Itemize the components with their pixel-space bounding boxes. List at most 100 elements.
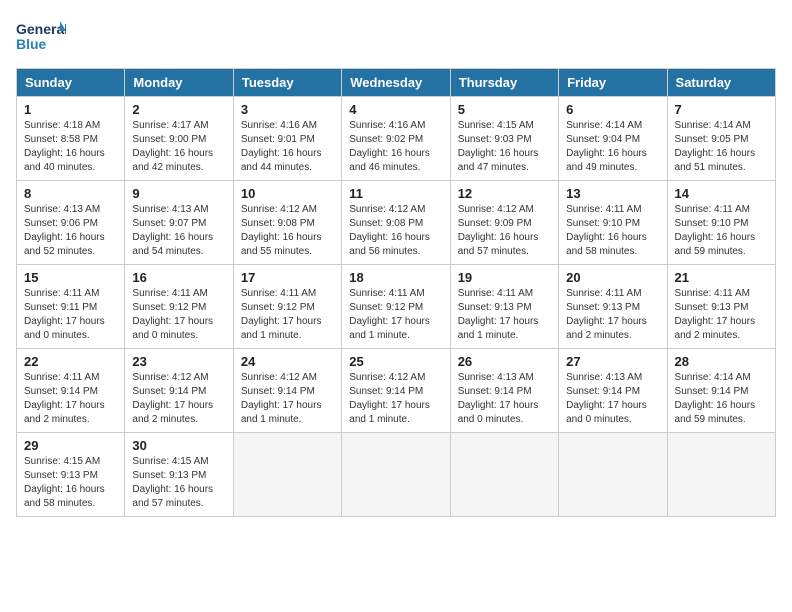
logo: General Blue (16, 16, 66, 58)
day-number: 19 (458, 270, 551, 285)
day-info: Sunrise: 4:12 AMSunset: 9:08 PMDaylight:… (349, 204, 430, 257)
day-info: Sunrise: 4:11 AMSunset: 9:12 PMDaylight:… (349, 288, 430, 341)
day-info: Sunrise: 4:11 AMSunset: 9:10 PMDaylight:… (675, 204, 756, 257)
day-info: Sunrise: 4:13 AMSunset: 9:06 PMDaylight:… (24, 204, 105, 257)
day-number: 27 (566, 354, 659, 369)
day-info: Sunrise: 4:15 AMSunset: 9:13 PMDaylight:… (132, 456, 213, 509)
weekday-header-row: SundayMondayTuesdayWednesdayThursdayFrid… (17, 69, 776, 97)
weekday-header-thursday: Thursday (450, 69, 558, 97)
day-number: 21 (675, 270, 768, 285)
day-info: Sunrise: 4:13 AMSunset: 9:14 PMDaylight:… (566, 372, 647, 425)
day-number: 30 (132, 438, 225, 453)
calendar-week-5: 29 Sunrise: 4:15 AMSunset: 9:13 PMDaylig… (17, 433, 776, 517)
weekday-header-saturday: Saturday (667, 69, 775, 97)
day-info: Sunrise: 4:11 AMSunset: 9:11 PMDaylight:… (24, 288, 105, 341)
weekday-header-wednesday: Wednesday (342, 69, 450, 97)
day-info: Sunrise: 4:13 AMSunset: 9:14 PMDaylight:… (458, 372, 539, 425)
day-info: Sunrise: 4:16 AMSunset: 9:02 PMDaylight:… (349, 120, 430, 173)
day-cell-2: 2 Sunrise: 4:17 AMSunset: 9:00 PMDayligh… (125, 97, 233, 181)
day-info: Sunrise: 4:11 AMSunset: 9:13 PMDaylight:… (458, 288, 539, 341)
day-info: Sunrise: 4:12 AMSunset: 9:14 PMDaylight:… (349, 372, 430, 425)
day-number: 7 (675, 102, 768, 117)
day-cell-22: 22 Sunrise: 4:11 AMSunset: 9:14 PMDaylig… (17, 349, 125, 433)
day-info: Sunrise: 4:11 AMSunset: 9:12 PMDaylight:… (132, 288, 213, 341)
weekday-header-monday: Monday (125, 69, 233, 97)
day-cell-19: 19 Sunrise: 4:11 AMSunset: 9:13 PMDaylig… (450, 265, 558, 349)
day-info: Sunrise: 4:12 AMSunset: 9:14 PMDaylight:… (241, 372, 322, 425)
day-info: Sunrise: 4:11 AMSunset: 9:14 PMDaylight:… (24, 372, 105, 425)
day-number: 18 (349, 270, 442, 285)
day-number: 6 (566, 102, 659, 117)
day-info: Sunrise: 4:16 AMSunset: 9:01 PMDaylight:… (241, 120, 322, 173)
day-number: 26 (458, 354, 551, 369)
day-number: 25 (349, 354, 442, 369)
day-number: 15 (24, 270, 117, 285)
day-cell-26: 26 Sunrise: 4:13 AMSunset: 9:14 PMDaylig… (450, 349, 558, 433)
day-info: Sunrise: 4:12 AMSunset: 9:14 PMDaylight:… (132, 372, 213, 425)
weekday-header-sunday: Sunday (17, 69, 125, 97)
day-info: Sunrise: 4:15 AMSunset: 9:03 PMDaylight:… (458, 120, 539, 173)
day-number: 17 (241, 270, 334, 285)
day-cell-13: 13 Sunrise: 4:11 AMSunset: 9:10 PMDaylig… (559, 181, 667, 265)
empty-cell (559, 433, 667, 517)
day-info: Sunrise: 4:11 AMSunset: 9:13 PMDaylight:… (566, 288, 647, 341)
day-number: 20 (566, 270, 659, 285)
day-number: 5 (458, 102, 551, 117)
day-cell-5: 5 Sunrise: 4:15 AMSunset: 9:03 PMDayligh… (450, 97, 558, 181)
day-number: 28 (675, 354, 768, 369)
day-cell-23: 23 Sunrise: 4:12 AMSunset: 9:14 PMDaylig… (125, 349, 233, 433)
day-cell-30: 30 Sunrise: 4:15 AMSunset: 9:13 PMDaylig… (125, 433, 233, 517)
day-number: 14 (675, 186, 768, 201)
day-info: Sunrise: 4:14 AMSunset: 9:14 PMDaylight:… (675, 372, 756, 425)
page-header: General Blue (16, 16, 776, 58)
day-number: 1 (24, 102, 117, 117)
day-cell-24: 24 Sunrise: 4:12 AMSunset: 9:14 PMDaylig… (233, 349, 341, 433)
day-cell-11: 11 Sunrise: 4:12 AMSunset: 9:08 PMDaylig… (342, 181, 450, 265)
empty-cell (450, 433, 558, 517)
day-number: 24 (241, 354, 334, 369)
day-cell-8: 8 Sunrise: 4:13 AMSunset: 9:06 PMDayligh… (17, 181, 125, 265)
day-info: Sunrise: 4:14 AMSunset: 9:05 PMDaylight:… (675, 120, 756, 173)
calendar-week-4: 22 Sunrise: 4:11 AMSunset: 9:14 PMDaylig… (17, 349, 776, 433)
day-number: 12 (458, 186, 551, 201)
day-cell-28: 28 Sunrise: 4:14 AMSunset: 9:14 PMDaylig… (667, 349, 775, 433)
day-cell-17: 17 Sunrise: 4:11 AMSunset: 9:12 PMDaylig… (233, 265, 341, 349)
day-cell-1: 1 Sunrise: 4:18 AMSunset: 8:58 PMDayligh… (17, 97, 125, 181)
day-number: 10 (241, 186, 334, 201)
day-cell-4: 4 Sunrise: 4:16 AMSunset: 9:02 PMDayligh… (342, 97, 450, 181)
day-cell-27: 27 Sunrise: 4:13 AMSunset: 9:14 PMDaylig… (559, 349, 667, 433)
day-number: 4 (349, 102, 442, 117)
day-info: Sunrise: 4:12 AMSunset: 9:08 PMDaylight:… (241, 204, 322, 257)
weekday-header-tuesday: Tuesday (233, 69, 341, 97)
day-cell-20: 20 Sunrise: 4:11 AMSunset: 9:13 PMDaylig… (559, 265, 667, 349)
day-number: 2 (132, 102, 225, 117)
day-info: Sunrise: 4:11 AMSunset: 9:12 PMDaylight:… (241, 288, 322, 341)
svg-text:General: General (16, 21, 66, 37)
day-info: Sunrise: 4:12 AMSunset: 9:09 PMDaylight:… (458, 204, 539, 257)
day-cell-15: 15 Sunrise: 4:11 AMSunset: 9:11 PMDaylig… (17, 265, 125, 349)
day-cell-21: 21 Sunrise: 4:11 AMSunset: 9:13 PMDaylig… (667, 265, 775, 349)
day-number: 3 (241, 102, 334, 117)
day-number: 16 (132, 270, 225, 285)
day-info: Sunrise: 4:18 AMSunset: 8:58 PMDaylight:… (24, 120, 105, 173)
day-number: 8 (24, 186, 117, 201)
day-info: Sunrise: 4:11 AMSunset: 9:10 PMDaylight:… (566, 204, 647, 257)
day-cell-25: 25 Sunrise: 4:12 AMSunset: 9:14 PMDaylig… (342, 349, 450, 433)
day-cell-6: 6 Sunrise: 4:14 AMSunset: 9:04 PMDayligh… (559, 97, 667, 181)
day-cell-10: 10 Sunrise: 4:12 AMSunset: 9:08 PMDaylig… (233, 181, 341, 265)
day-cell-16: 16 Sunrise: 4:11 AMSunset: 9:12 PMDaylig… (125, 265, 233, 349)
calendar-week-2: 8 Sunrise: 4:13 AMSunset: 9:06 PMDayligh… (17, 181, 776, 265)
day-info: Sunrise: 4:17 AMSunset: 9:00 PMDaylight:… (132, 120, 213, 173)
empty-cell (342, 433, 450, 517)
calendar-week-1: 1 Sunrise: 4:18 AMSunset: 8:58 PMDayligh… (17, 97, 776, 181)
day-number: 23 (132, 354, 225, 369)
day-number: 29 (24, 438, 117, 453)
day-number: 9 (132, 186, 225, 201)
day-cell-29: 29 Sunrise: 4:15 AMSunset: 9:13 PMDaylig… (17, 433, 125, 517)
day-info: Sunrise: 4:13 AMSunset: 9:07 PMDaylight:… (132, 204, 213, 257)
day-cell-3: 3 Sunrise: 4:16 AMSunset: 9:01 PMDayligh… (233, 97, 341, 181)
day-cell-9: 9 Sunrise: 4:13 AMSunset: 9:07 PMDayligh… (125, 181, 233, 265)
day-cell-7: 7 Sunrise: 4:14 AMSunset: 9:05 PMDayligh… (667, 97, 775, 181)
day-number: 22 (24, 354, 117, 369)
day-number: 13 (566, 186, 659, 201)
